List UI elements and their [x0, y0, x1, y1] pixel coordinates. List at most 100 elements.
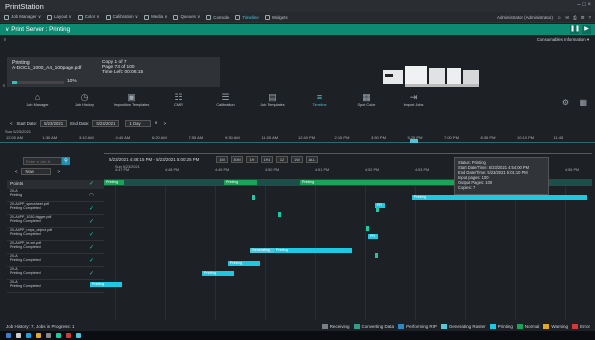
gantt-bar[interactable]: Printing [224, 180, 257, 185]
next-icon[interactable]: > [57, 169, 59, 174]
printer-device-image [383, 66, 479, 87]
gantt-bar[interactable]: Printing [228, 261, 260, 266]
gantt-bar[interactable]: Printing [202, 271, 234, 276]
menu-timeline[interactable]: Timeline [235, 14, 259, 20]
tool-label: Job History [75, 103, 94, 107]
pause-button[interactable]: ❚❚ [570, 25, 580, 34]
tool-job-history[interactable]: ◷ Job History [61, 92, 108, 117]
menu-job-manager[interactable]: Job Manager ∨ [4, 14, 41, 20]
menu-console[interactable]: Console [206, 14, 229, 20]
job-row[interactable]: 20-A4PP_specsheet.pdf Printing Completed ✓ [7, 202, 104, 215]
zoom-button[interactable]: 1H [246, 156, 258, 163]
tool-job-templates[interactable]: ▤ Job Templates [249, 92, 296, 117]
collapse-chevron-icon[interactable]: ∨ [3, 37, 7, 43]
zoom-button[interactable]: 30M [231, 156, 243, 163]
gear-icon[interactable]: ⚙ [581, 15, 585, 21]
timeline-scroll-handle[interactable] [410, 139, 418, 143]
job-row[interactable]: 20-A Printing ◠ [7, 189, 104, 202]
app-task-icon[interactable] [56, 333, 61, 338]
browser-task-icon[interactable] [26, 333, 31, 338]
menu-media[interactable]: Media ∨ [144, 14, 167, 20]
search-task-icon[interactable] [16, 333, 21, 338]
points-label: Points [10, 181, 24, 187]
import-icon: ⇥ [409, 92, 418, 102]
now-select[interactable]: Now [21, 168, 52, 175]
end-date-field[interactable]: 5/23/2021 [92, 119, 120, 127]
zoom-button[interactable]: 1W [291, 156, 303, 163]
tool-label: Spot Color [357, 103, 376, 107]
media-icon [144, 14, 150, 20]
gantt-tick: 4:48 PM [165, 168, 180, 172]
legend-swatch [516, 323, 523, 329]
settings-gear-icon[interactable]: ⚙ [562, 98, 569, 107]
check-icon: ✓ [88, 206, 94, 212]
job-row[interactable]: 20-A Printing Completed ✓ [7, 254, 104, 267]
next-arrow-icon[interactable]: > [164, 121, 167, 126]
layout-icon [47, 14, 53, 20]
menu-layout[interactable]: Layout ∨ [47, 14, 72, 20]
user-area: Administrator (Administrator) ☺ ✉ ⎙ ⚙ ? [493, 12, 591, 23]
tool-cmr[interactable]: ☷ CMR [155, 92, 202, 117]
grid-view-icon[interactable]: ▦ [579, 98, 587, 107]
prev-arrow-icon[interactable]: < [10, 121, 13, 126]
job-rows: 20-A Printing ◠ 20-A4PP_specsheet.pdf Printi… [7, 189, 104, 293]
user-icon[interactable]: ☺ [557, 15, 561, 20]
gantt-bar[interactable]: Printing [104, 180, 124, 185]
tool-imposition-templates[interactable]: ▣ Imposition Templates [108, 92, 155, 117]
tool-timeline[interactable]: ≡ Timeline [296, 92, 343, 117]
gantt-bar[interactable]: Generating [250, 248, 274, 253]
windows-start-icon[interactable] [6, 333, 11, 338]
gantt-bar[interactable]: Printing [412, 195, 587, 200]
legend-label: Receiving [329, 323, 350, 329]
job-tooltip: Status: Printing Start Date/Time: 5/23/2… [454, 157, 549, 195]
start-date-field[interactable]: 5/23/2021 [40, 119, 68, 127]
play-button[interactable]: ▶ [582, 25, 591, 34]
zoom-button[interactable]: 1H1 [261, 156, 273, 163]
gantt-bar[interactable]: Printing [274, 248, 352, 253]
prev-icon[interactable]: < [15, 169, 17, 174]
menu-widgets[interactable]: Widgets [264, 14, 288, 20]
menu-queues[interactable]: Queues ∨ [173, 14, 200, 20]
print-icon[interactable]: ⎙ [573, 15, 577, 20]
gantt-chart[interactable]: Printing Printing Printing Printing PR PR Gene… [90, 179, 592, 320]
job-row[interactable]: 20-A4PP_te.xel.pdf Printing Completed ✓ [7, 241, 104, 254]
tool-import-jobs[interactable]: ⇥ Import Jobs [390, 92, 437, 117]
gantt-marker[interactable] [366, 226, 369, 231]
tool-job-manager[interactable]: ⌂ Job Manager [14, 92, 61, 117]
range-dropdown-icon[interactable]: ∨ [154, 120, 157, 126]
job-row[interactable]: 20-A4PP_1030-bigger.pdf Printing Complete… [7, 215, 104, 228]
menu-label: Queues ∨ [180, 14, 201, 19]
zoom-button[interactable]: ALL [306, 156, 318, 163]
gantt-marker[interactable] [376, 207, 379, 212]
day-ruler[interactable]: Sun 5/23/2021 12:00 AM 1:30 AM 3:10 AM 4:40… [0, 129, 595, 143]
tool-spot-color[interactable]: ▦ Spot Color [343, 92, 390, 117]
gantt-tick: 4:47 PM [115, 168, 130, 172]
print-server-bar[interactable]: ∨ Print Server : Printing ❚❚ ▶ [0, 24, 595, 35]
gantt-marker[interactable] [252, 195, 255, 200]
help-icon[interactable]: ? [589, 15, 591, 20]
search-button[interactable]: ⚲ [62, 157, 70, 165]
gantt-marker[interactable] [375, 253, 378, 258]
gantt-marker[interactable] [278, 212, 281, 217]
range-select[interactable]: 1 Day [125, 119, 152, 127]
gantt-bar[interactable]: Printing [90, 282, 122, 287]
app2-task-icon[interactable] [66, 333, 71, 338]
menu-calibration[interactable]: Calibration ∨ [105, 14, 138, 20]
consumables-info-button[interactable]: Consumables Information ▾ [537, 37, 589, 43]
window-controls[interactable]: – □ × [577, 2, 591, 8]
folder-task-icon[interactable] [36, 333, 41, 338]
mail-task-icon[interactable] [46, 333, 51, 338]
zoom-button[interactable]: 1M [216, 156, 228, 163]
job-row[interactable]: 20-A4PP_rmps_object.pdf Printing Complete… [7, 228, 104, 241]
menu-color[interactable]: Color ∨ [77, 14, 100, 20]
expand-chevron-icon[interactable]: ∧ [2, 83, 6, 89]
job-row[interactable]: 20-A Printing Completed ✓ [7, 267, 104, 280]
user-name[interactable]: Administrator (Administrator) [497, 15, 553, 20]
job-search-input[interactable] [23, 157, 62, 165]
mail-icon[interactable]: ✉ [565, 15, 569, 21]
printstation-task-icon[interactable] [76, 333, 81, 338]
cmr-icon: ☷ [174, 92, 183, 102]
gantt-bar[interactable]: PR [368, 234, 378, 239]
zoom-button[interactable]: 12 [276, 156, 288, 163]
tool-calibration[interactable]: ☰ Calibration [202, 92, 249, 117]
